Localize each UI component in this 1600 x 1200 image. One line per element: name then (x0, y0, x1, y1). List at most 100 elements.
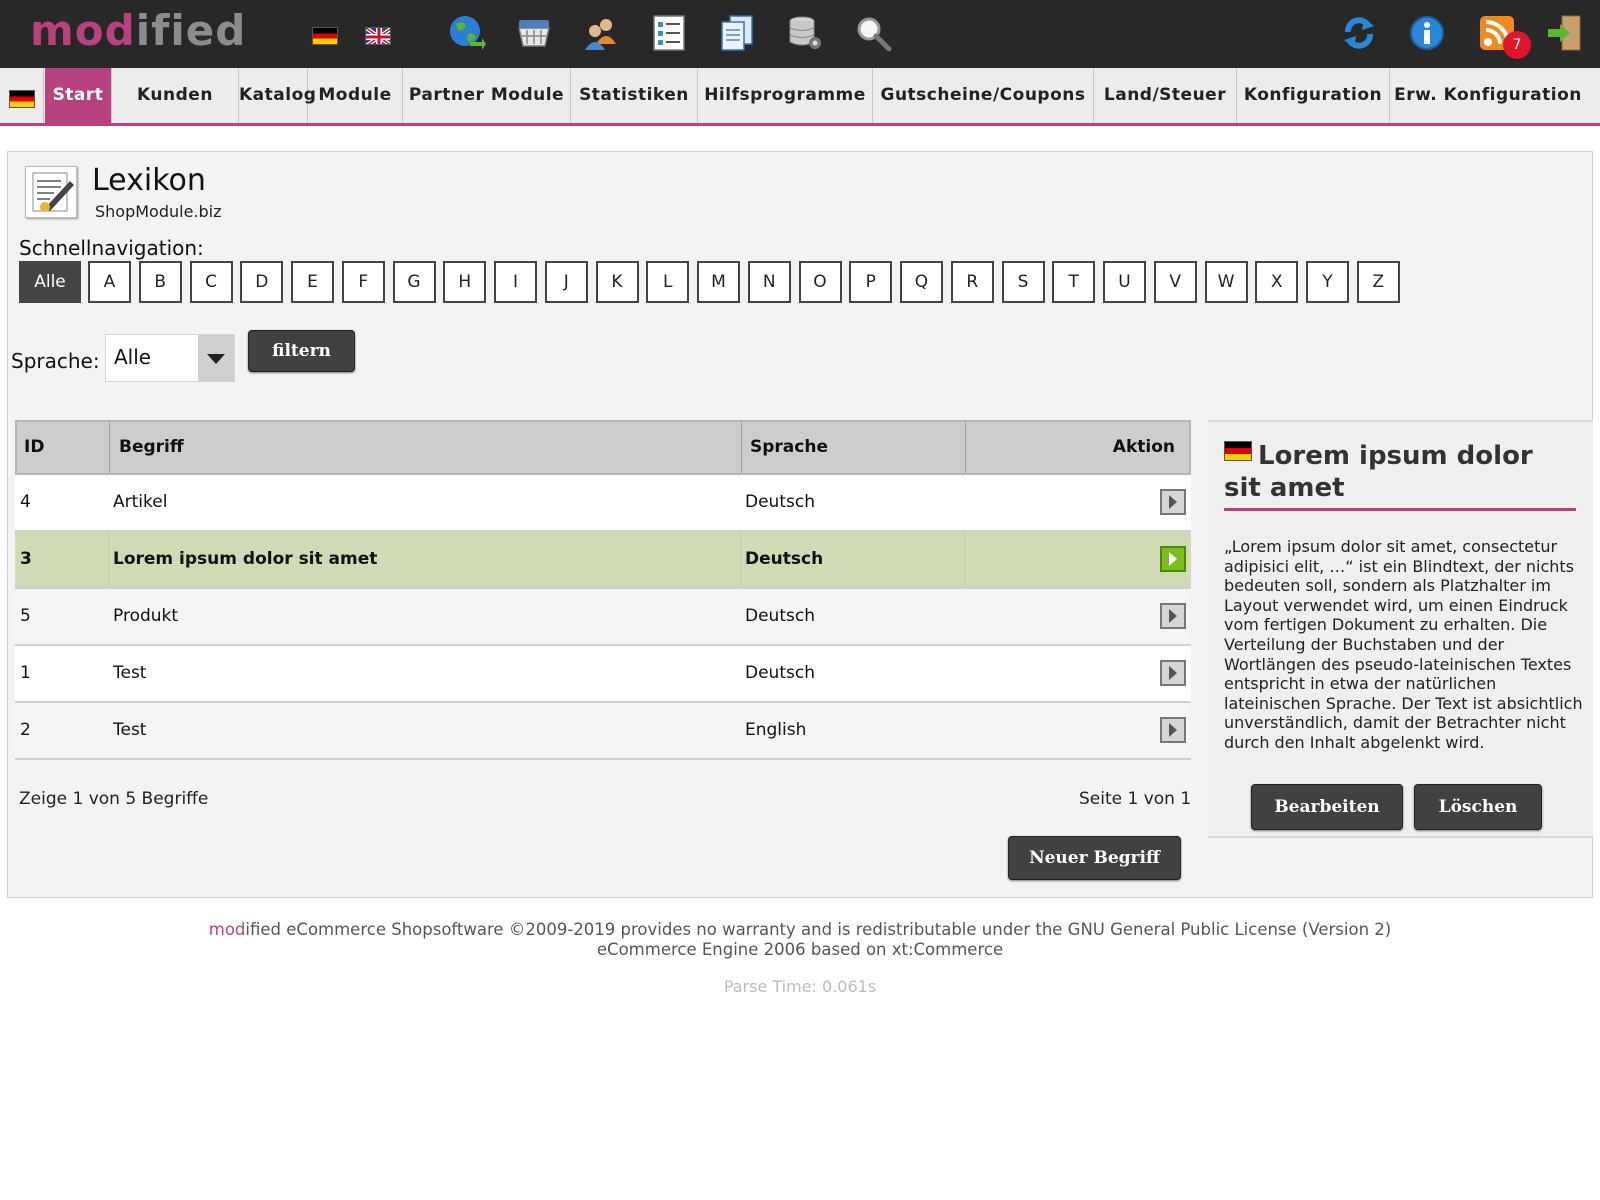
letter-filter-m[interactable]: M (697, 261, 740, 303)
page-title: Lexikon (92, 163, 206, 198)
letter-filter-w[interactable]: W (1204, 261, 1248, 303)
cell-term: Artikel (113, 492, 168, 512)
letter-filter-s[interactable]: S (1001, 261, 1045, 303)
letter-filter-u[interactable]: U (1103, 261, 1146, 303)
page-subtitle: ShopModule.biz (95, 202, 222, 221)
letter-filter-y[interactable]: Y (1306, 261, 1349, 303)
letter-filter-f[interactable]: F (341, 261, 385, 303)
column-sprache[interactable]: Sprache (750, 422, 828, 473)
letter-filter-x[interactable]: X (1255, 261, 1299, 303)
letter-filter-v[interactable]: V (1153, 261, 1197, 303)
language-label: Sprache: (11, 349, 100, 373)
letter-filter-q[interactable]: Q (900, 261, 943, 303)
table-row-selected[interactable]: 3 Lorem ipsum dolor sit amet Deutsch (15, 532, 1191, 589)
letter-filter-t[interactable]: T (1052, 261, 1096, 303)
letter-filter-o[interactable]: O (798, 261, 842, 303)
cell-id: 1 (20, 663, 31, 683)
cell-id: 3 (20, 549, 32, 569)
column-id[interactable]: ID (24, 422, 44, 473)
column-aktion: Aktion (1112, 437, 1175, 457)
cell-language: Deutsch (745, 606, 815, 626)
cell-language: Deutsch (745, 549, 824, 569)
menu-item-land-steuer[interactable]: Land/Steuer (1094, 68, 1237, 123)
letter-filter-e[interactable]: E (291, 261, 334, 303)
main-panel: Lexikon ShopModule.biz Schnellnavigation… (7, 151, 1593, 898)
row-action-arrow-icon[interactable] (1160, 489, 1186, 515)
filter-button[interactable]: filtern (248, 330, 355, 372)
cell-id: 4 (20, 492, 31, 512)
de-flag-icon[interactable] (312, 27, 338, 45)
chevron-down-icon[interactable] (198, 335, 234, 381)
menu-item-erw-konfiguration[interactable]: Erw. Konfiguration (1390, 68, 1586, 123)
letter-filter-n[interactable]: N (747, 261, 791, 303)
de-flag-icon[interactable] (9, 90, 35, 108)
letter-filter-d[interactable]: D (240, 261, 284, 303)
menu-item-hilfsprogramme[interactable]: Hilfsprogramme (698, 68, 873, 123)
menu-item-konfiguration[interactable]: Konfiguration (1237, 68, 1390, 123)
language-select[interactable]: Alle (105, 334, 235, 382)
table-row[interactable]: 5 Produkt Deutsch (15, 589, 1191, 646)
letter-filter-h[interactable]: H (443, 261, 487, 303)
row-action-arrow-icon[interactable] (1160, 546, 1186, 572)
users-icon[interactable] (582, 14, 620, 52)
menu-item-kunden[interactable]: Kunden (112, 68, 239, 123)
cell-term: Test (113, 720, 147, 740)
detail-text: „Lorem ipsum dolor sit amet, consectetur… (1224, 537, 1583, 752)
detail-panel: Lorem ipsum dolor sit amet „Lorem ipsum … (1208, 420, 1593, 838)
logo[interactable]: modified (30, 6, 246, 55)
cell-id: 2 (20, 720, 31, 740)
logout-icon[interactable] (1546, 14, 1584, 52)
row-action-arrow-icon[interactable] (1160, 660, 1186, 686)
top-bar: modified 7 (0, 0, 1600, 68)
letter-filter-z[interactable]: Z (1356, 261, 1400, 303)
cell-language: Deutsch (745, 492, 815, 512)
de-flag-icon (1224, 441, 1252, 461)
search-icon[interactable] (854, 14, 892, 52)
table-summary: Zeige 1 von 5 Begriffe (19, 789, 209, 809)
footer-license: modified eCommerce Shopsoftware ©2009-20… (208, 920, 1392, 939)
edit-button[interactable]: Bearbeiten (1251, 784, 1403, 830)
cell-language: English (745, 720, 807, 740)
table-row[interactable]: 4 Artikel Deutsch (15, 475, 1191, 532)
letter-filter-b[interactable]: B (138, 261, 182, 303)
notification-badge[interactable]: 7 (1503, 31, 1531, 59)
refresh-icon[interactable] (1340, 14, 1378, 52)
info-icon[interactable] (1408, 14, 1446, 52)
letter-filter-l[interactable]: L (646, 261, 690, 303)
menu-language-cell[interactable] (0, 68, 44, 123)
new-term-button[interactable]: Neuer Begriff (1008, 836, 1181, 880)
table-row[interactable]: 2 Test English (15, 703, 1191, 760)
menu-item-statistiken[interactable]: Statistiken (571, 68, 698, 123)
lexikon-icon (25, 166, 77, 218)
letter-filter-a[interactable]: A (88, 261, 131, 303)
documents-icon[interactable] (718, 14, 756, 52)
basket-icon[interactable] (515, 14, 553, 52)
row-action-arrow-icon[interactable] (1160, 603, 1186, 629)
main-menu: Start Kunden Katalog Module Partner Modu… (0, 68, 1600, 126)
footer-engine: eCommerce Engine 2006 based on xt:Commer… (596, 940, 1004, 959)
detail-title: Lorem ipsum dolor sit amet (1224, 441, 1533, 503)
letter-filter-c[interactable]: C (189, 261, 233, 303)
letter-filter-g[interactable]: G (392, 261, 436, 303)
uk-flag-icon[interactable] (365, 27, 391, 45)
menu-item-start[interactable]: Start (45, 68, 112, 123)
letter-filter-all[interactable]: Alle (19, 261, 81, 303)
column-begriff[interactable]: Begriff (119, 422, 184, 473)
menu-item-gutscheine[interactable]: Gutscheine/Coupons (873, 68, 1094, 123)
menu-item-partner-module[interactable]: Partner Module (403, 68, 571, 123)
database-settings-icon[interactable] (786, 14, 824, 52)
table-row[interactable]: 1 Test Deutsch (15, 646, 1191, 703)
checklist-icon[interactable] (650, 14, 688, 52)
letter-filter-j[interactable]: J (544, 261, 588, 303)
row-action-arrow-icon[interactable] (1160, 717, 1186, 743)
menu-item-module[interactable]: Module (308, 68, 403, 123)
cell-term: Produkt (113, 606, 179, 626)
letter-filter-k[interactable]: K (595, 261, 639, 303)
letter-filter-i[interactable]: I (494, 261, 537, 303)
delete-button[interactable]: Löschen (1414, 784, 1542, 830)
letter-filter-r[interactable]: R (950, 261, 994, 303)
letter-filter-p[interactable]: P (849, 261, 893, 303)
quicknav-label: Schnellnavigation: (19, 236, 204, 260)
menu-item-katalog[interactable]: Katalog (239, 68, 316, 123)
globe-icon[interactable] (448, 14, 486, 52)
